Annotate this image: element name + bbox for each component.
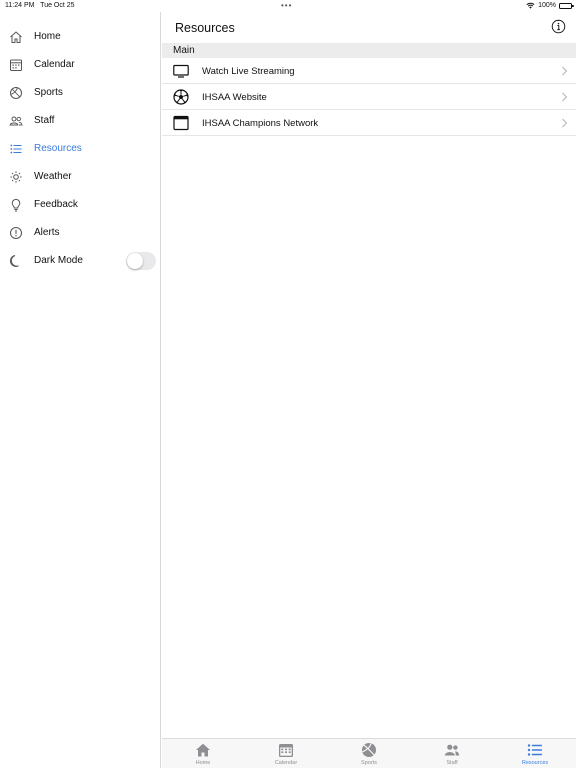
tab-label: Resources (521, 760, 549, 766)
chevron-right-icon (561, 91, 568, 103)
tab-label: Calendar (274, 760, 298, 766)
battery-icon (559, 2, 574, 9)
sidebar-item-label: Calendar (34, 59, 75, 70)
tab-staff[interactable]: Staff (411, 739, 493, 768)
section-header: Main (162, 43, 576, 58)
sidebar-item-staff[interactable]: Staff (0, 107, 160, 135)
toggle-knob (127, 253, 143, 269)
status-time: 11:24 PM Tue Oct 25 (5, 2, 75, 9)
moon-icon (9, 254, 23, 268)
list-item-watch-live-streaming[interactable]: Watch Live Streaming (162, 58, 576, 84)
main-panel: Resources Main Watch Live Streaming IHSA… (162, 12, 576, 768)
people-icon (444, 742, 460, 758)
calendar-icon (9, 58, 23, 72)
dark-mode-toggle[interactable] (126, 252, 156, 270)
tab-label: Home (195, 760, 211, 766)
sidebar-item-alerts[interactable]: Alerts (0, 219, 160, 247)
sidebar-item-label: Feedback (34, 199, 78, 210)
row-label: IHSAA Website (202, 92, 267, 103)
tab-label: Staff (446, 760, 458, 766)
list-item-ihsaa-champions-network[interactable]: IHSAA Champions Network (162, 110, 576, 136)
row-label: IHSAA Champions Network (202, 118, 319, 129)
section-title: Main (173, 45, 195, 56)
sidebar-item-home[interactable]: Home (0, 23, 160, 51)
sidebar-item-feedback[interactable]: Feedback (0, 191, 160, 219)
tab-label: Sports (361, 760, 377, 766)
list-item-ihsaa-website[interactable]: IHSAA Website (162, 84, 576, 110)
sidebar-item-dark-mode: Dark Mode (0, 247, 160, 275)
lightbulb-icon (9, 198, 23, 212)
sidebar-item-label: Weather (34, 171, 72, 182)
row-label: Watch Live Streaming (202, 66, 295, 77)
sidebar-item-weather[interactable]: Weather (0, 163, 160, 191)
tab-bar: Home Calendar Sports Staff Resources (162, 738, 576, 768)
tab-resources[interactable]: Resources (494, 739, 576, 768)
browser-window-icon (173, 115, 189, 131)
multitasking-dots[interactable]: ••• (281, 1, 292, 10)
sidebar-item-label: Dark Mode (34, 255, 83, 266)
sidebar-item-label: Sports (34, 87, 63, 98)
status-bar: 11:24 PM Tue Oct 25 ••• 100% (0, 0, 576, 12)
sidebar-item-calendar[interactable]: Calendar (0, 51, 160, 79)
alert-icon (9, 226, 23, 240)
sidebar-item-label: Staff (34, 115, 55, 126)
tab-calendar[interactable]: Calendar (245, 739, 327, 768)
info-button[interactable] (551, 19, 566, 34)
people-icon (9, 114, 23, 128)
tv-icon (173, 63, 189, 79)
sidebar-item-label: Home (34, 31, 61, 42)
wifi-icon (526, 2, 535, 9)
status-right: 100% (526, 2, 574, 9)
page-title: Resources (175, 21, 235, 35)
list-icon (527, 742, 543, 758)
sun-icon (9, 170, 23, 184)
chevron-right-icon (561, 117, 568, 129)
chevron-right-icon (561, 65, 568, 77)
ball-icon (9, 86, 23, 100)
tab-sports[interactable]: Sports (328, 739, 410, 768)
sidebar-item-sports[interactable]: Sports (0, 79, 160, 107)
house-icon (195, 742, 211, 758)
list-icon (9, 142, 23, 156)
sidebar-item-label: Alerts (34, 227, 60, 238)
soccer-ball-icon (173, 89, 189, 105)
sidebar-item-resources[interactable]: Resources (0, 135, 160, 163)
tab-home[interactable]: Home (162, 739, 244, 768)
sidebar-item-label: Resources (34, 143, 82, 154)
battery-percent: 100% (538, 2, 556, 9)
sidebar: Home Calendar Sports Staff Resources Wea… (0, 12, 161, 768)
house-icon (9, 30, 23, 44)
calendar-icon (278, 742, 294, 758)
ball-icon (361, 742, 377, 758)
info-icon (551, 19, 566, 34)
